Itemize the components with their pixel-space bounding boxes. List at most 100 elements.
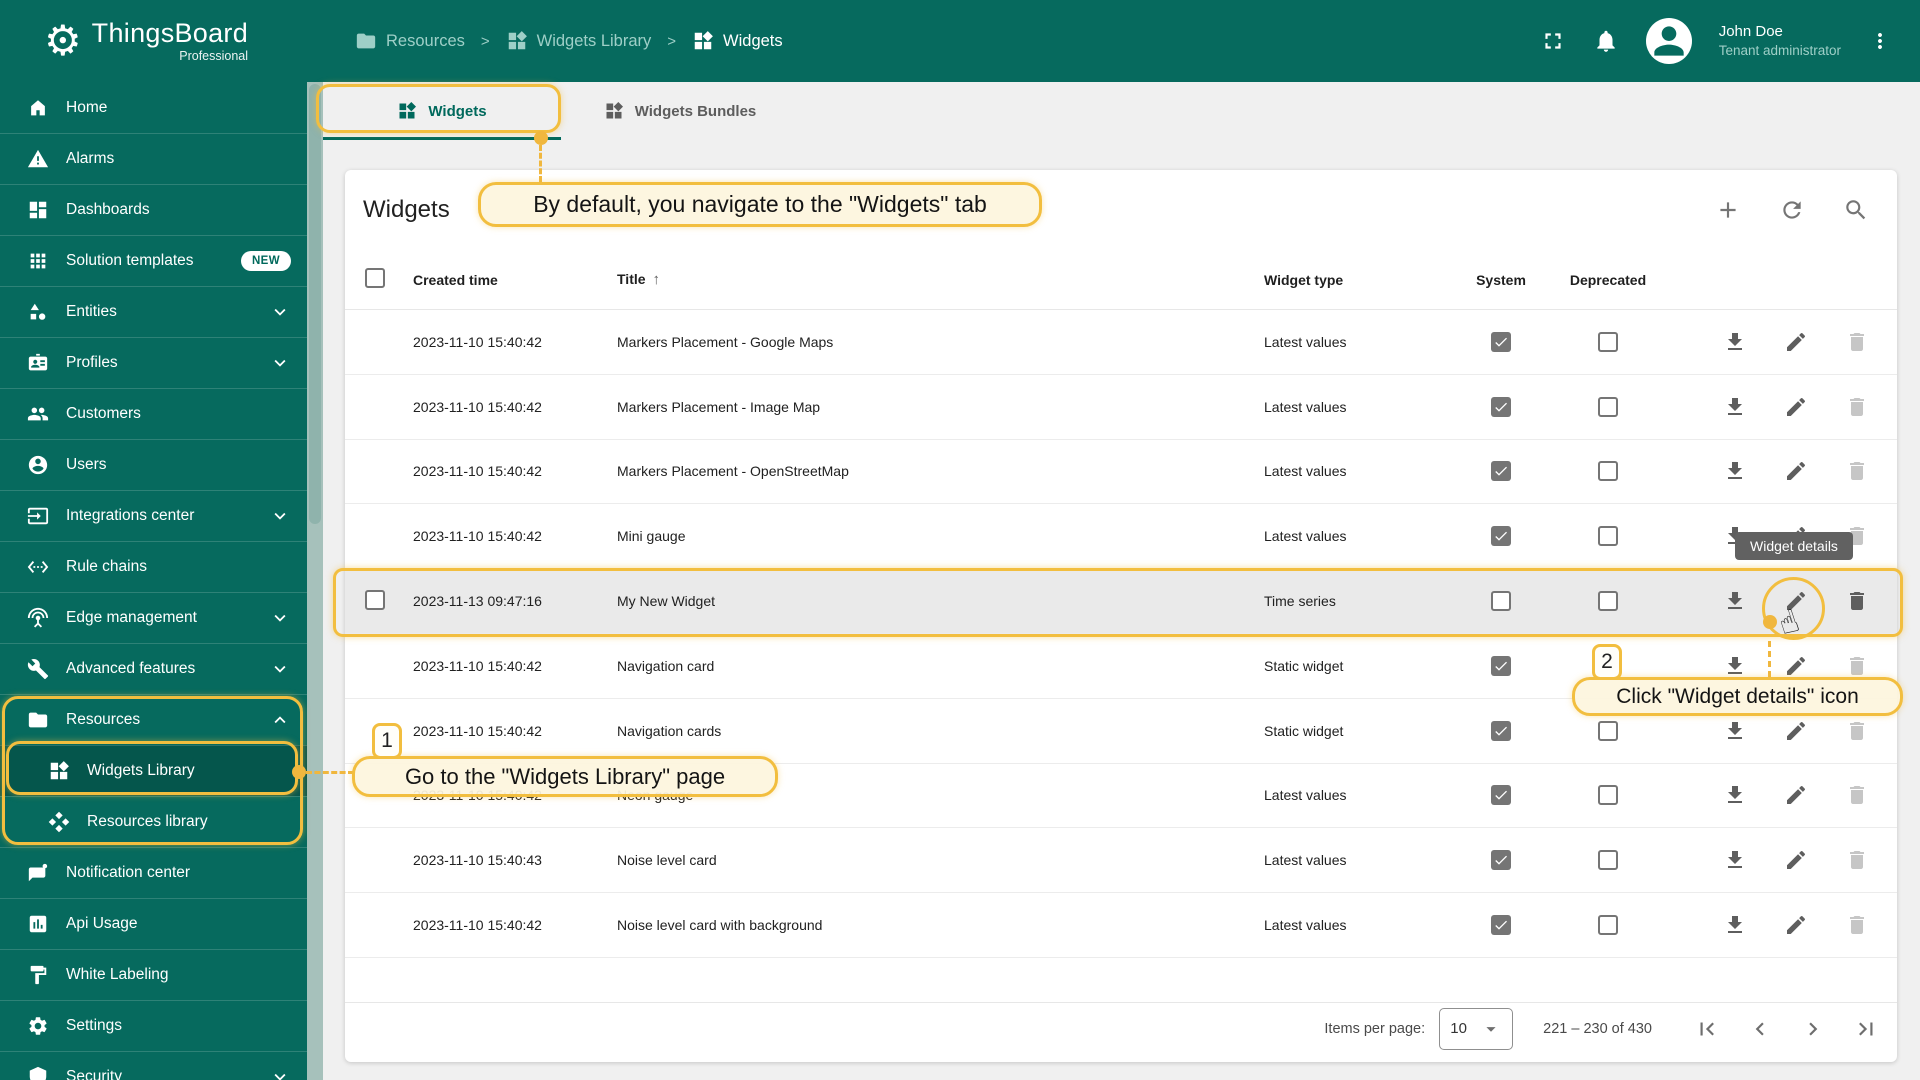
sidebar-item-edge-management[interactable]: Edge management [0,592,307,643]
download-icon[interactable] [1723,719,1747,743]
sidebar-item-security[interactable]: Security [0,1051,307,1080]
deprecated-checkbox[interactable] [1598,785,1618,806]
sidebar-item-settings[interactable]: Settings [0,1000,307,1051]
first-page-button[interactable] [1694,1016,1720,1042]
sidebar-item-home[interactable]: Home [0,82,307,133]
system-checkbox[interactable] [1491,591,1511,612]
chevron-down-icon[interactable] [269,1066,291,1080]
deprecated-checkbox[interactable] [1598,331,1618,352]
table-row[interactable]: 2023-11-10 15:40:42 Noise level card wit… [345,893,1897,958]
table-row[interactable]: 2023-11-13 09:47:16 My New Widget Time s… [345,569,1897,634]
system-checkbox[interactable] [1491,850,1511,871]
search-icon[interactable] [1843,197,1869,223]
add-widget-button[interactable] [1715,197,1741,223]
delete-icon[interactable] [1845,459,1869,483]
tab-widgets[interactable]: Widgets [323,82,561,140]
deprecated-checkbox[interactable] [1598,396,1618,417]
breadcrumb-item-resources[interactable]: Resources [355,30,465,52]
delete-icon[interactable] [1845,913,1869,937]
chevron-down-icon[interactable] [269,505,291,527]
avatar[interactable] [1645,18,1692,64]
delete-icon[interactable] [1845,848,1869,872]
delete-icon[interactable] [1845,330,1869,354]
sidebar-item-resources[interactable]: Resources [0,694,307,745]
system-checkbox[interactable] [1491,526,1511,547]
system-checkbox[interactable] [1491,785,1511,806]
row-checkbox[interactable] [365,589,385,610]
system-checkbox[interactable] [1491,720,1511,741]
deprecated-checkbox[interactable] [1598,850,1618,871]
sidebar-item-alarms[interactable]: Alarms [0,133,307,184]
download-icon[interactable] [1723,783,1747,807]
chevron-down-icon[interactable] [269,301,291,323]
download-icon[interactable] [1723,589,1747,613]
next-page-button[interactable] [1800,1016,1826,1042]
edit-icon[interactable] [1784,330,1808,354]
deprecated-checkbox[interactable] [1598,526,1618,547]
edit-icon[interactable] [1784,913,1808,937]
delete-icon[interactable] [1845,395,1869,419]
chevron-down-icon[interactable] [269,658,291,680]
table-row[interactable]: 2023-11-10 15:40:42 Markers Placement - … [345,310,1897,375]
select-all-checkbox[interactable] [365,268,385,288]
system-checkbox[interactable] [1491,655,1511,676]
chevron-down-icon[interactable] [269,607,291,629]
table-row[interactable]: 2023-11-10 15:40:42 Markers Placement - … [345,440,1897,505]
column-header-created-time[interactable]: Created time [405,272,609,288]
edit-icon[interactable] [1784,395,1808,419]
previous-page-button[interactable] [1747,1016,1773,1042]
sidebar-item-widgets-library[interactable]: Widgets Library [0,745,307,796]
notifications-bell-icon[interactable] [1593,28,1619,54]
sidebar-item-dashboards[interactable]: Dashboards [0,184,307,235]
sidebar-item-notification-center[interactable]: Notification center [0,847,307,898]
sidebar-item-integrations-center[interactable]: Integrations center [0,490,307,541]
breadcrumb-item-widgets[interactable]: Widgets [692,30,783,52]
edit-icon[interactable] [1784,459,1808,483]
tab-widgets-bundles[interactable]: Widgets Bundles [561,82,799,140]
sidebar-scrollbar[interactable] [307,82,323,1080]
system-checkbox[interactable] [1491,915,1511,936]
items-per-page-select[interactable]: 10 [1439,1007,1514,1050]
edit-icon[interactable] [1784,654,1808,678]
deprecated-checkbox[interactable] [1598,915,1618,936]
sidebar-item-rule-chains[interactable]: Rule chains [0,541,307,592]
delete-icon[interactable] [1845,589,1869,613]
sidebar-item-solution-templates[interactable]: Solution templates NEW [0,235,307,286]
download-icon[interactable] [1723,654,1747,678]
last-page-button[interactable] [1853,1016,1879,1042]
sidebar-item-customers[interactable]: Customers [0,388,307,439]
column-header-deprecated[interactable]: Deprecated [1556,272,1660,288]
system-checkbox[interactable] [1491,396,1511,417]
deprecated-checkbox[interactable] [1598,591,1618,612]
download-icon[interactable] [1723,913,1747,937]
delete-icon[interactable] [1845,783,1869,807]
deprecated-checkbox[interactable] [1598,461,1618,482]
breadcrumb-item-widgets-library[interactable]: Widgets Library [506,30,651,52]
sidebar-item-users[interactable]: Users [0,439,307,490]
download-icon[interactable] [1723,330,1747,354]
deprecated-checkbox[interactable] [1598,720,1618,741]
delete-icon[interactable] [1845,654,1869,678]
sidebar-item-entities[interactable]: Entities [0,286,307,337]
user-info[interactable]: John Doe Tenant administrator [1719,22,1841,59]
table-row[interactable]: 2023-11-10 15:40:42 Markers Placement - … [345,375,1897,440]
edit-icon[interactable] [1784,848,1808,872]
kebab-menu-icon[interactable] [1868,29,1892,53]
chevron-down-icon[interactable] [269,352,291,374]
table-row[interactable]: 2023-11-10 15:40:42 Mini gauge Latest va… [345,504,1897,570]
sidebar-item-advanced-features[interactable]: Advanced features [0,643,307,694]
edit-icon[interactable] [1784,719,1808,743]
column-header-system[interactable]: System [1446,272,1556,288]
system-checkbox[interactable] [1491,331,1511,352]
download-icon[interactable] [1723,395,1747,419]
fullscreen-icon[interactable] [1540,28,1566,54]
system-checkbox[interactable] [1491,461,1511,482]
sidebar-item-white-labeling[interactable]: White Labeling [0,949,307,1000]
edit-icon[interactable] [1784,783,1808,807]
download-icon[interactable] [1723,848,1747,872]
download-icon[interactable] [1723,459,1747,483]
sidebar-item-profiles[interactable]: Profiles [0,337,307,388]
chevron-up-icon[interactable] [269,709,291,731]
sidebar-item-api-usage[interactable]: Api Usage [0,898,307,949]
table-row[interactable]: 2023-11-10 15:40:43 Noise level card Lat… [345,828,1897,894]
